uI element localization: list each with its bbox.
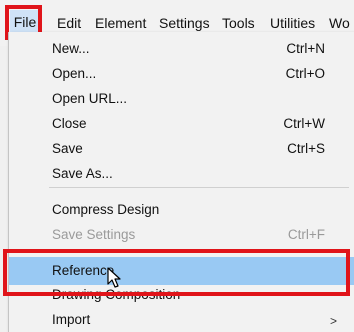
menu-item-import[interactable]: Import > <box>9 308 354 332</box>
menu-separator <box>49 187 349 188</box>
menu-item-open-url[interactable]: Open URL... <box>9 87 354 111</box>
menu-item-new[interactable]: New... Ctrl+N <box>9 37 354 61</box>
menu-item-shortcut: Ctrl+S <box>287 141 325 156</box>
reference-highlight-annotation <box>3 249 350 296</box>
menu-item-compress-design[interactable]: Compress Design <box>9 198 354 222</box>
menu-tools[interactable]: Tools <box>222 15 255 32</box>
menu-window[interactable]: Wo <box>329 15 350 32</box>
submenu-arrow-icon: > <box>329 314 337 328</box>
menu-item-shortcut: Ctrl+F <box>287 227 325 242</box>
menu-item-label: Compress Design <box>52 202 160 217</box>
menu-item-label: Save As... <box>52 166 113 181</box>
mouse-pointer-icon <box>107 267 121 288</box>
menu-item-label: Open URL... <box>52 91 128 106</box>
menu-utilities[interactable]: Utilities <box>270 15 315 32</box>
menu-item-label: Open... <box>52 66 97 81</box>
menu-item-label: Import <box>52 312 91 327</box>
menu-item-open[interactable]: Open... Ctrl+O <box>9 62 354 86</box>
menu-item-label: New... <box>52 41 90 56</box>
menu-item-save-settings: Save Settings Ctrl+F <box>9 223 354 247</box>
menu-edit[interactable]: Edit <box>57 15 81 32</box>
menu-element[interactable]: Element <box>95 15 146 32</box>
menu-item-save[interactable]: Save Ctrl+S <box>9 137 354 161</box>
menu-item-shortcut: Ctrl+W <box>283 116 325 131</box>
menu-item-close[interactable]: Close Ctrl+W <box>9 112 354 136</box>
menu-item-save-as[interactable]: Save As... <box>9 162 354 186</box>
menu-item-shortcut: Ctrl+O <box>285 66 325 81</box>
menu-settings[interactable]: Settings <box>159 15 210 32</box>
menu-item-shortcut: Ctrl+N <box>286 41 325 56</box>
menu-item-label: Save <box>52 141 83 156</box>
menu-item-label: Close <box>52 116 87 131</box>
menu-item-label: Save Settings <box>52 227 136 242</box>
